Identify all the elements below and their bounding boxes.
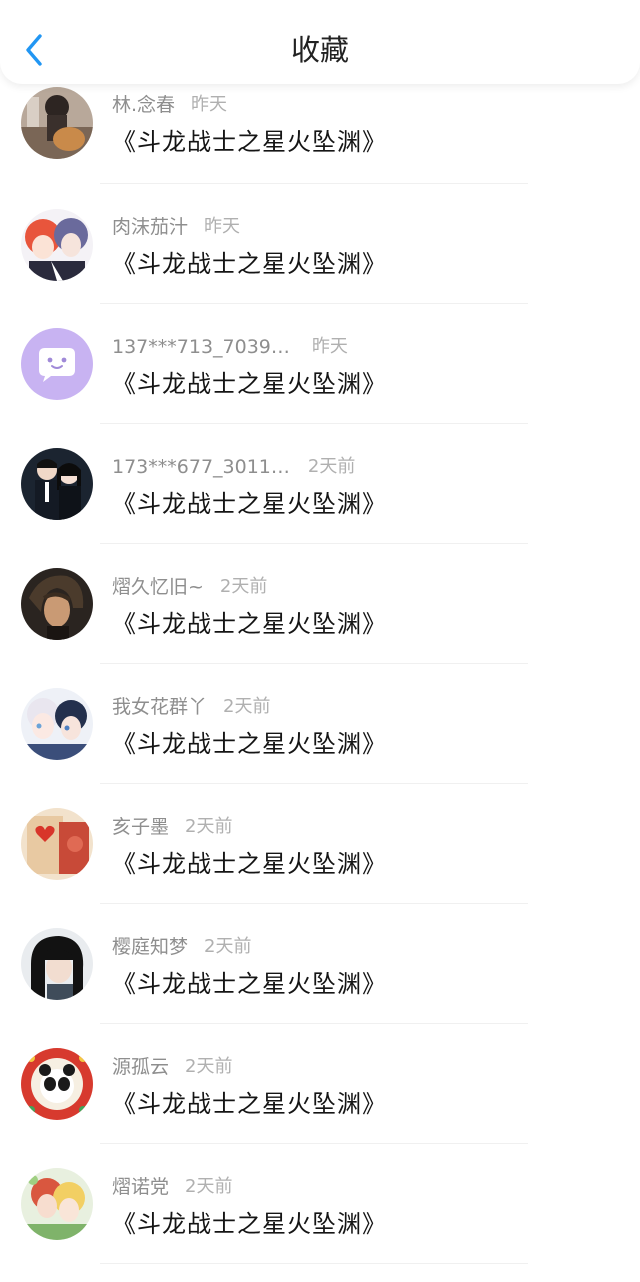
list-item[interactable]: 137***713_7039… 昨天 《斗龙战士之星火坠渊》 — [0, 322, 640, 442]
divider — [100, 543, 528, 544]
timestamp: 2天前 — [185, 1176, 233, 1197]
list-item[interactable]: 樱庭知梦 2天前 《斗龙战士之星火坠渊》 — [0, 922, 640, 1042]
timestamp: 昨天 — [191, 94, 228, 115]
book-title[interactable]: 《斗龙战士之星火坠渊》 — [112, 368, 387, 400]
username: 熠诺党 — [112, 1176, 170, 1198]
user-avatar[interactable] — [21, 568, 93, 640]
book-title[interactable]: 《斗龙战士之星火坠渊》 — [112, 126, 387, 158]
user-avatar[interactable] — [21, 1168, 93, 1240]
user-avatar[interactable] — [21, 1048, 93, 1120]
user-avatar[interactable] — [21, 209, 93, 281]
divider — [100, 183, 528, 184]
user-avatar[interactable] — [21, 328, 93, 400]
timestamp: 2天前 — [223, 696, 271, 717]
username: 亥子墨 — [112, 816, 170, 838]
username: 137***713_7039… — [112, 336, 290, 358]
divider — [100, 663, 528, 664]
book-title[interactable]: 《斗龙战士之星火坠渊》 — [112, 848, 387, 880]
divider — [100, 423, 528, 424]
user-avatar[interactable] — [21, 448, 93, 520]
divider — [100, 783, 528, 784]
book-title[interactable]: 《斗龙战士之星火坠渊》 — [112, 248, 387, 280]
timestamp: 2天前 — [219, 576, 268, 597]
user-avatar[interactable] — [21, 688, 93, 760]
username: 173***677_3011… — [112, 456, 290, 478]
divider — [100, 1143, 528, 1144]
list-item[interactable]: 173***677_3011… 2天前 《斗龙战士之星火坠渊》 — [0, 442, 640, 562]
username: 熠久忆旧~ — [112, 576, 204, 598]
list-item[interactable]: 熠久忆旧~ 2天前 《斗龙战士之星火坠渊》 — [0, 562, 640, 682]
book-title[interactable]: 《斗龙战士之星火坠渊》 — [112, 728, 387, 760]
book-title[interactable]: 《斗龙战士之星火坠渊》 — [112, 1208, 387, 1240]
list-item[interactable]: 亥子墨 2天前 《斗龙战士之星火坠渊》 — [0, 802, 640, 922]
list-item[interactable]: 林.念春 昨天 《斗龙战士之星火坠渊》 — [0, 82, 640, 202]
list-item[interactable]: 肉沫茄汁 昨天 《斗龙战士之星火坠渊》 — [0, 202, 640, 322]
timestamp: 昨天 — [311, 336, 348, 357]
timestamp: 2天前 — [185, 1056, 233, 1077]
book-title[interactable]: 《斗龙战士之星火坠渊》 — [112, 968, 387, 1000]
user-avatar[interactable] — [21, 808, 93, 880]
user-avatar[interactable] — [21, 87, 93, 159]
top-nav-bar: 收藏 — [0, 0, 640, 84]
list-item[interactable]: 源孤云 2天前 《斗龙战士之星火坠渊》 — [0, 1042, 640, 1162]
divider — [100, 1023, 528, 1024]
list-item[interactable]: 熠诺党 2天前 《斗龙战士之星火坠渊》 — [0, 1162, 640, 1282]
book-title[interactable]: 《斗龙战士之星火坠渊》 — [112, 1088, 387, 1120]
timestamp: 昨天 — [204, 216, 241, 237]
username: 林.念春 — [112, 94, 176, 116]
list-item[interactable]: 我女花群丫 2天前 《斗龙战士之星火坠渊》 — [0, 682, 640, 802]
user-avatar[interactable] — [21, 928, 93, 1000]
divider — [100, 903, 528, 904]
favorites-list: 林.念春昨天 《斗龙战士之星火坠渊》 肉沫茄汁昨天 《斗龙战士之星火坠渊》 — [0, 84, 640, 1282]
username: 我女花群丫 — [112, 696, 208, 718]
username: 樱庭知梦 — [112, 936, 189, 958]
book-title[interactable]: 《斗龙战士之星火坠渊》 — [112, 488, 387, 520]
divider — [100, 303, 528, 304]
book-title[interactable]: 《斗龙战士之星火坠渊》 — [112, 608, 387, 640]
username: 源孤云 — [112, 1056, 170, 1078]
page-title: 收藏 — [290, 33, 349, 67]
timestamp: 2天前 — [307, 456, 356, 477]
username: 肉沫茄汁 — [112, 216, 189, 238]
timestamp: 2天前 — [204, 936, 252, 957]
timestamp: 2天前 — [185, 816, 233, 837]
